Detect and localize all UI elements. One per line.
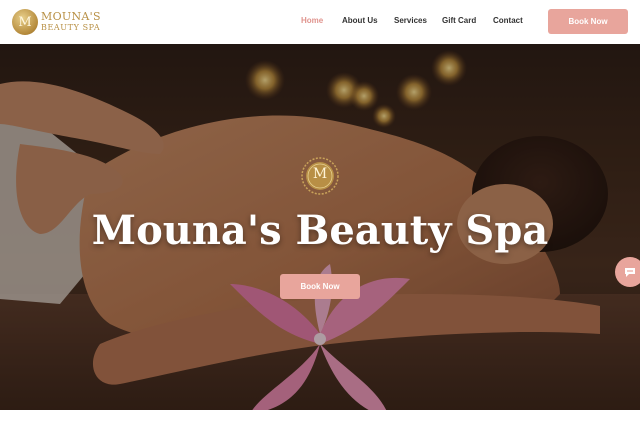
logo-line-1: MOUNA'S: [41, 10, 101, 23]
page-bottom-strip: [0, 410, 640, 426]
nav-link-gift-card[interactable]: Gift Card: [442, 16, 476, 25]
site-logo[interactable]: M MOUNA'S BEAUTY SPA: [12, 8, 101, 36]
nav-link-services[interactable]: Services: [394, 16, 427, 25]
logo-monogram-icon: M: [12, 9, 38, 35]
header-book-now-button[interactable]: Book Now: [548, 9, 628, 34]
logo-wordmark: MOUNA'S BEAUTY SPA: [41, 11, 101, 33]
logo-line-2: BEAUTY SPA: [41, 23, 101, 32]
nav-link-contact[interactable]: Contact: [493, 16, 523, 25]
hero-book-now-button[interactable]: Book Now: [280, 274, 360, 299]
nav-link-about-us[interactable]: About Us: [342, 16, 378, 25]
site-header: M MOUNA'S BEAUTY SPA Home About Us Servi…: [0, 0, 640, 44]
chat-icon: [625, 268, 635, 277]
hero-title: Mouna's Beauty Spa: [91, 207, 549, 254]
hero-emblem-letter: M: [312, 166, 328, 182]
chat-widget-button[interactable]: [615, 257, 640, 287]
hero-section: M Mouna's Beauty Spa Book Now: [0, 44, 640, 410]
nav-link-home[interactable]: Home: [301, 16, 323, 25]
